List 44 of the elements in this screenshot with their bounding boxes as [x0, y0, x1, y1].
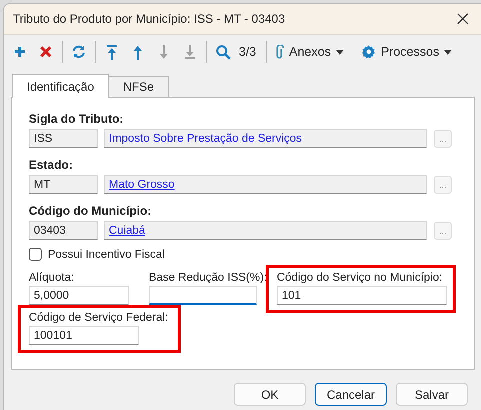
checkbox-label: Possui Incentivo Fiscal	[48, 248, 165, 260]
checkbox[interactable]	[29, 248, 42, 261]
browse-button[interactable]: ...	[434, 130, 452, 148]
menu-button[interactable]: Processos	[358, 43, 456, 61]
paperclip-icon	[275, 44, 284, 60]
field-label: Código do Município:	[29, 204, 153, 218]
description-link[interactable]: Cuiabá	[104, 221, 427, 240]
field-label: Código do Serviço no Município:	[277, 272, 444, 284]
field-label: Sigla do Tributo:	[29, 112, 125, 126]
code-field[interactable]: MT	[29, 175, 98, 194]
arrow-up-icon	[132, 44, 144, 60]
browse-button[interactable]: ...	[434, 222, 452, 240]
close-icon	[40, 46, 52, 58]
input-field[interactable]: 5,0000	[29, 286, 129, 305]
browse-button[interactable]: ...	[434, 176, 452, 194]
refresh-icon	[72, 45, 86, 59]
search-icon	[216, 44, 230, 60]
input-field[interactable]: 100101	[29, 326, 139, 345]
field-label: Estado:	[29, 158, 74, 172]
code-field[interactable]: ISS	[29, 129, 98, 148]
window-title: Tributo do Produto por Município: ISS - MT - 03403	[13, 12, 286, 26]
field-label: Código de Serviço Federal:	[29, 312, 170, 324]
field-label: Base Redução ISS(%):	[149, 272, 268, 284]
menu-button[interactable]: Anexos	[271, 42, 348, 62]
input-field[interactable]	[149, 286, 257, 305]
close-icon	[457, 13, 469, 25]
tab[interactable]: Identificação	[12, 74, 110, 98]
dialog-button[interactable]: OK	[234, 383, 306, 406]
arrow-up-to-bar-icon	[106, 44, 118, 60]
tab[interactable]: NFSe	[108, 76, 170, 98]
record-counter: 3/3	[239, 45, 256, 59]
dialog-button[interactable]: Salvar	[396, 383, 468, 406]
description-link[interactable]: Mato Grosso	[104, 175, 427, 194]
caret-icon	[444, 50, 452, 54]
plus-icon	[14, 46, 26, 58]
gear-icon	[362, 45, 376, 59]
caret-icon	[336, 50, 344, 54]
code-field[interactable]: 03403	[29, 221, 98, 240]
dialog-button[interactable]: Cancelar	[315, 383, 387, 406]
arrow-down-icon	[158, 44, 170, 60]
arrow-down-to-bar-icon	[184, 44, 196, 60]
input-field[interactable]: 101	[277, 286, 447, 305]
description-field: Imposto Sobre Prestação de Serviços	[104, 129, 427, 148]
field-label: Alíquota:	[29, 272, 76, 284]
